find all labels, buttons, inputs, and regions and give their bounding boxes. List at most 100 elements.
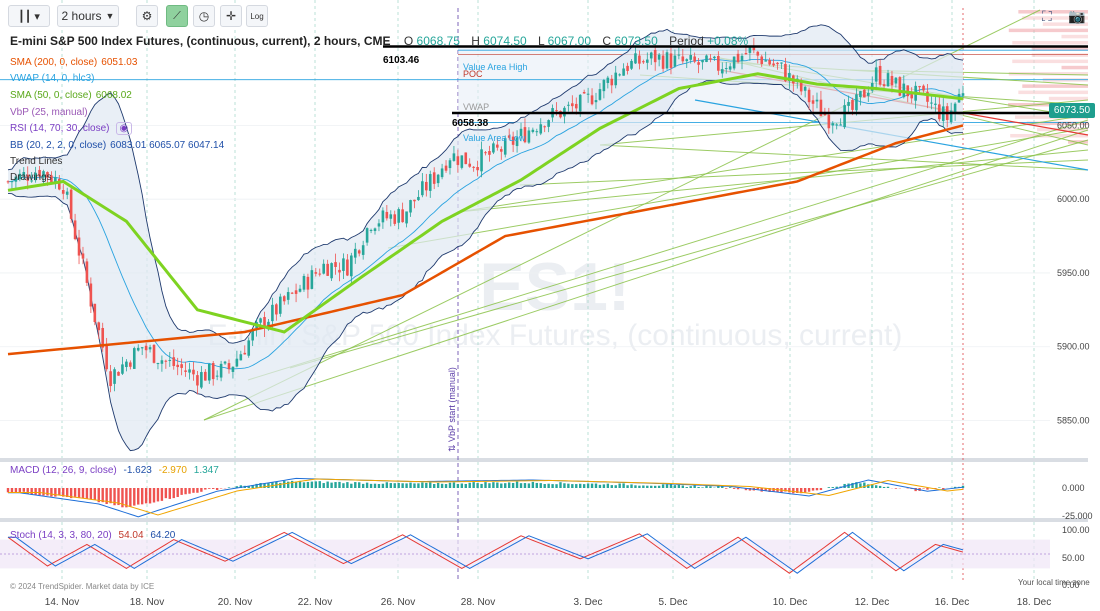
macd-hist-bar [58, 488, 61, 496]
macd-tick-label: -25.000 [1062, 511, 1093, 521]
macd-hist-bar [653, 485, 657, 488]
candle-body [172, 357, 176, 367]
candle-body [409, 200, 412, 213]
candle-body [322, 263, 326, 274]
candle-body [188, 369, 191, 373]
macd-hist-bar [389, 483, 392, 488]
candle-body [243, 352, 247, 355]
candle-body [732, 56, 736, 69]
candle-body [693, 56, 696, 62]
candle-body [428, 174, 432, 191]
candle-body [835, 124, 839, 126]
candle-body [874, 67, 878, 82]
interval-select[interactable]: 2 hours ▼ [57, 5, 119, 27]
indicator-drawings[interactable]: Drawings [10, 172, 52, 183]
candle-body [602, 80, 606, 92]
candle-body [780, 62, 783, 64]
candle-body [89, 283, 93, 307]
macd-hist-bar [101, 488, 104, 503]
candle-body [184, 370, 187, 372]
macd-hist-bar [204, 488, 207, 490]
macd-hist-bar [405, 483, 408, 488]
candle-body [677, 54, 681, 56]
macd-hist-bar [555, 484, 558, 488]
indicator-trend-lines[interactable]: Trend Lines [10, 156, 62, 167]
indicator-bb[interactable]: BB (20, 2, 2, 0, close) 6083.01 6065.07 6… [10, 140, 224, 151]
candle-body [219, 363, 223, 378]
macd-hist-bar [196, 488, 199, 493]
macd-hist-bar [496, 482, 499, 488]
macd-hist-bar [519, 483, 523, 488]
candle-body [397, 209, 400, 223]
level-low-label: 6058.38 [452, 118, 489, 129]
macd-hist-bar [338, 481, 341, 488]
indicator-rsi[interactable]: RSI (14, 70, 30, close) ◉ [10, 122, 133, 135]
indicator-vwap[interactable]: VWAP (14, 0, hlc3) [10, 73, 94, 84]
fullscreen-icon[interactable]: ⛶ [1042, 8, 1052, 25]
candle-body [425, 181, 428, 191]
candle-body [168, 359, 172, 361]
candle-body [642, 61, 645, 63]
candle-body [843, 105, 846, 128]
x-tick-label: 16. Dec [935, 597, 969, 608]
macd-hist-bar [397, 482, 400, 488]
replay-button[interactable]: ◷ [193, 5, 215, 27]
candle-body [369, 229, 373, 231]
macd-hist-bar [701, 487, 704, 488]
candle-body [326, 263, 329, 276]
macd-hist-bar [575, 484, 578, 488]
macd-hist-bar [436, 482, 440, 488]
macd-hist-bar [563, 483, 566, 488]
candle-body [440, 168, 444, 178]
camera-icon[interactable]: 📷 [1068, 8, 1085, 25]
macd-hist-bar [342, 483, 345, 488]
candle-body [855, 94, 858, 111]
indicator-vbp[interactable]: VbP (25, manual) [10, 107, 88, 118]
y-tick-label: 6050.00 [1057, 120, 1090, 130]
indicator-sma200[interactable]: SMA (200, 0, close) 6051.03 [10, 57, 137, 68]
candle-body [121, 364, 124, 374]
macd-hist-bar [6, 488, 10, 493]
compare-button[interactable]: ✛ [220, 5, 242, 27]
macd-hist-bar [456, 483, 460, 488]
candle-body [657, 54, 661, 60]
candle-body [97, 322, 101, 331]
macd-hist-bar [492, 482, 495, 488]
macd-hist-bar [661, 484, 665, 488]
indicators-button[interactable]: ⟋ [166, 5, 188, 27]
macd-hist-bar [46, 488, 49, 496]
chart-area[interactable]: ES1! E-mini S&P 500 Index Futures, (cont… [0, 0, 1100, 611]
candle-body [357, 250, 361, 254]
macd-hist-bar [208, 488, 211, 489]
macd-hist-bar [725, 488, 728, 489]
ohlc-high: H 6074.50 [471, 34, 527, 48]
candle-body [385, 211, 389, 219]
macd-hist-bar [543, 484, 546, 488]
macd-hist-bar [30, 488, 33, 495]
macd-hist-bar [133, 488, 136, 506]
candle-body [815, 99, 819, 102]
candle-body [480, 149, 483, 172]
candle-body [839, 124, 842, 126]
macd-hist-bar [571, 484, 574, 488]
x-tick-label: 26. Nov [381, 597, 415, 608]
chart-type-button[interactable]: ┃┃ ▾ [8, 5, 50, 27]
log-scale-button[interactable]: Log [246, 5, 268, 27]
candle-body [760, 56, 764, 64]
macd-hist-bar [626, 485, 629, 488]
timezone-text: Your local time zone [1018, 578, 1090, 587]
candle-body [547, 120, 550, 127]
macd-hist-bar [689, 486, 692, 488]
price-chart[interactable]: ES1! E-mini S&P 500 Index Futures, (cont… [0, 0, 1100, 611]
macd-hist-bar [886, 486, 890, 488]
candle-body [330, 263, 333, 279]
trend-line [519, 159, 1089, 186]
eye-icon[interactable]: ◉ [115, 122, 133, 135]
indicator-sma50[interactable]: SMA (50, 0, close) 6068.02 [10, 90, 132, 101]
macd-hist-bar [452, 482, 456, 488]
settings-button[interactable]: ⚙ [136, 5, 158, 27]
candle-body [373, 228, 377, 231]
x-tick-label: 22. Nov [298, 597, 332, 608]
macd-hist-bar [109, 488, 112, 504]
candle-body [934, 103, 937, 105]
